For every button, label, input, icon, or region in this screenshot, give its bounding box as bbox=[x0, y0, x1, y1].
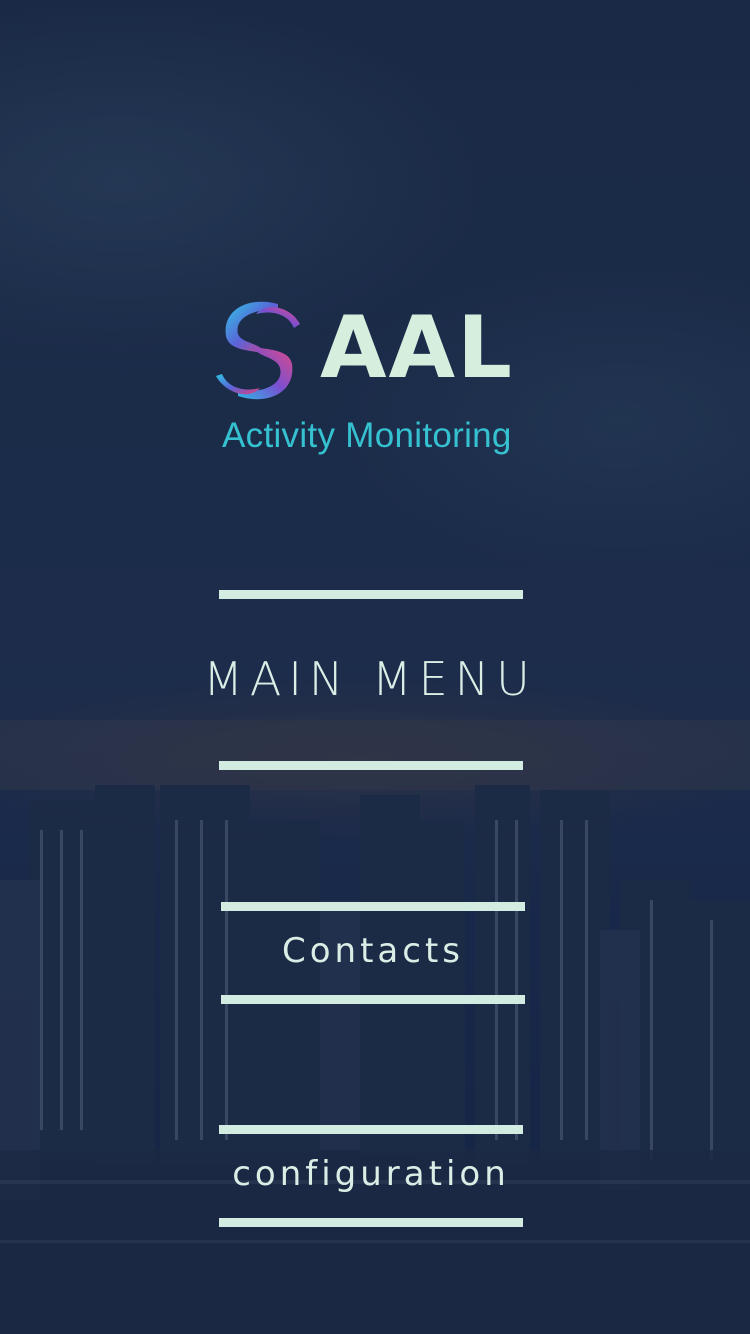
aal-swirl-logo-icon bbox=[216, 301, 300, 400]
configuration-button[interactable]: configuration bbox=[200, 1151, 542, 1197]
configuration-bottom-divider bbox=[219, 1218, 523, 1227]
title-top-divider bbox=[219, 590, 523, 599]
contacts-button[interactable]: Contacts bbox=[221, 928, 525, 974]
contacts-top-divider bbox=[221, 902, 525, 911]
contacts-bottom-divider bbox=[221, 995, 525, 1004]
title-bottom-divider bbox=[219, 761, 523, 770]
configuration-top-divider bbox=[219, 1125, 523, 1134]
logo-brand-text: AAL bbox=[320, 298, 514, 398]
logo-tagline: Activity Monitoring bbox=[222, 416, 512, 455]
app-logo: AAL Activity Monitoring bbox=[208, 296, 553, 468]
page-title: MAIN MENU bbox=[203, 652, 537, 706]
